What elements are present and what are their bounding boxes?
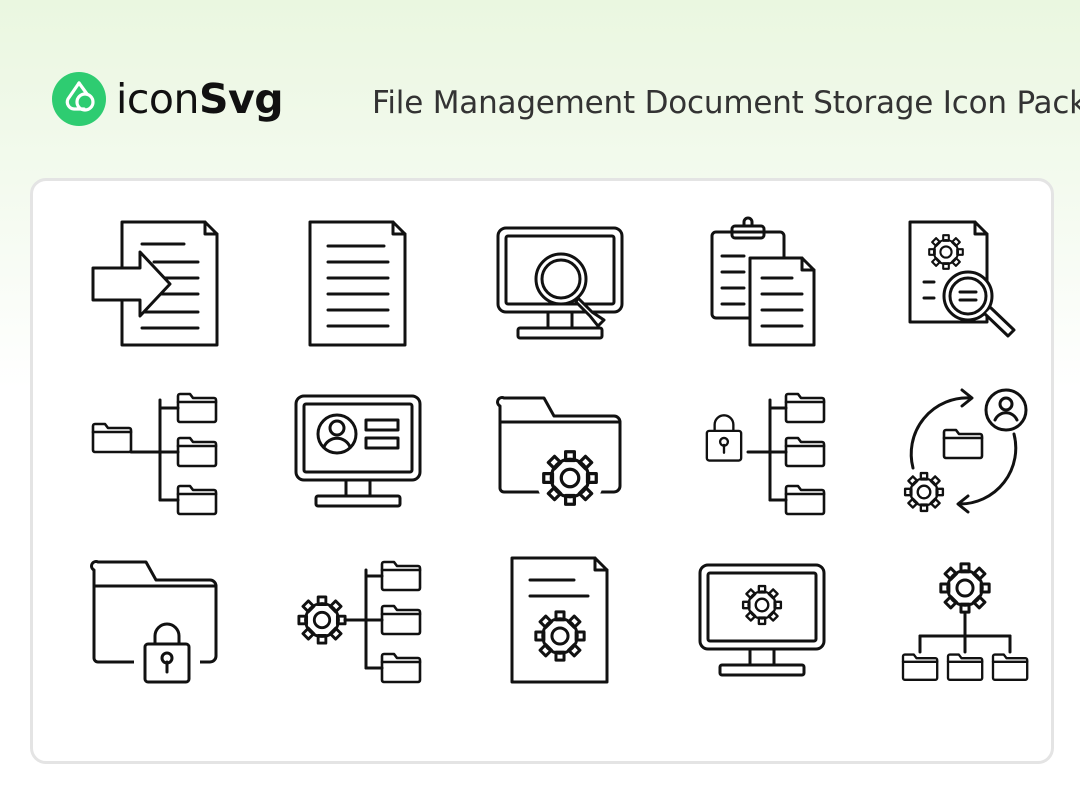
document-settings-icon[interactable] [510, 556, 609, 684]
document-icon[interactable] [308, 220, 407, 347]
page-title: File Management Document Storage Icon Pa… [372, 85, 1080, 121]
iconsvg-logo-icon [52, 72, 106, 126]
brand: iconSvg [52, 70, 284, 128]
brand-name-part2: Svg [199, 74, 284, 123]
brand-name-part1: icon [116, 74, 200, 123]
brand-name: iconSvg [116, 78, 284, 120]
